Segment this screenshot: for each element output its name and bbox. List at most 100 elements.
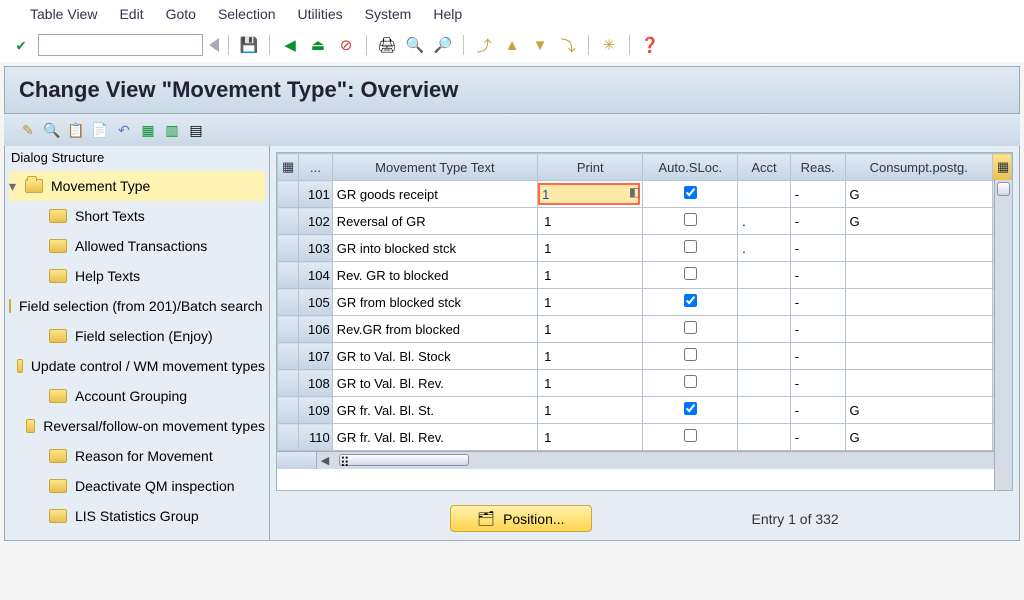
print-input[interactable] [542,210,636,232]
acct-cell[interactable]: . [738,208,791,235]
tree-child[interactable]: Deactivate QM inspection [9,471,265,501]
prev-page-icon[interactable]: ▲ [501,34,523,56]
col-print[interactable]: Print [538,154,643,181]
next-page-icon[interactable]: ▼ [529,34,551,56]
row-selector[interactable] [278,316,299,343]
delete-icon[interactable]: 📄 [90,120,110,140]
row-selector[interactable] [278,397,299,424]
acct-cell[interactable] [738,181,791,208]
menu-table-view[interactable]: Table View [30,6,97,22]
print-input[interactable] [538,183,640,205]
consumpt-cell[interactable] [845,343,992,370]
autosloc-cell[interactable] [643,235,738,262]
autosloc-checkbox[interactable] [684,375,697,388]
position-button[interactable]: 🗂 Position... [450,505,591,532]
menu-edit[interactable]: Edit [119,6,143,22]
consumpt-cell[interactable]: G [845,424,992,451]
reas-cell[interactable]: - [790,262,845,289]
reas-cell[interactable]: - [790,289,845,316]
consumpt-cell[interactable] [845,289,992,316]
reas-cell[interactable]: - [790,181,845,208]
details-icon[interactable]: 🔍 [42,120,62,140]
consumpt-cell[interactable]: G [845,208,992,235]
reas-cell[interactable]: - [790,343,845,370]
col-acct[interactable]: Acct [738,154,791,181]
help-icon[interactable]: ❓ [639,34,661,56]
consumpt-cell[interactable] [845,370,992,397]
hscroll-track[interactable]: ⠿ [333,452,996,469]
last-page-icon[interactable]: ⤵ [557,34,579,56]
tree-child[interactable]: Field selection (Enjoy) [9,321,265,351]
autosloc-cell[interactable] [643,316,738,343]
save-icon[interactable]: 💾 [238,34,260,56]
col-autosloc[interactable]: Auto.SLoc. [643,154,738,181]
tree-child[interactable]: Field selection (from 201)/Batch search … [9,291,265,321]
reas-cell[interactable]: - [790,316,845,343]
acct-cell[interactable] [738,370,791,397]
col-movement-type-text[interactable]: Movement Type Text [332,154,537,181]
change-display-icon[interactable]: ✎ [18,120,38,140]
autosloc-cell[interactable] [643,397,738,424]
tree-root-movement-type[interactable]: ▾ Movement Type [9,171,265,201]
select-block-icon[interactable]: ▥ [162,120,182,140]
back-icon[interactable]: ◀ [279,34,301,56]
col-config-icon[interactable]: ▦ [992,154,1011,181]
col-consumpt[interactable]: Consumpt.postg. [845,154,992,181]
acct-cell[interactable]: . [738,235,791,262]
acct-cell[interactable] [738,343,791,370]
print-input[interactable] [542,318,636,340]
f4-help-icon[interactable]: ◧ [629,185,640,199]
exit-icon[interactable]: ⏏ [307,34,329,56]
row-selector[interactable] [278,262,299,289]
find-icon[interactable]: 🔍 [404,34,426,56]
scrollbar-thumb[interactable] [997,182,1010,196]
autosloc-checkbox[interactable] [684,348,697,361]
select-all-icon[interactable]: ▦ [138,120,158,140]
command-field[interactable] [38,34,203,56]
consumpt-cell[interactable]: G [845,181,992,208]
autosloc-cell[interactable] [643,262,738,289]
row-selector[interactable] [278,289,299,316]
cancel-icon[interactable]: ⊘ [335,34,357,56]
acct-cell[interactable] [738,316,791,343]
consumpt-cell[interactable] [845,262,992,289]
menu-utilities[interactable]: Utilities [298,6,343,22]
autosloc-checkbox[interactable] [684,240,697,253]
consumpt-cell[interactable]: G [845,397,992,424]
autosloc-cell[interactable] [643,424,738,451]
row-selector[interactable] [278,208,299,235]
consumpt-cell[interactable] [845,235,992,262]
print-input[interactable] [542,426,636,448]
menu-help[interactable]: Help [433,6,462,22]
reas-cell[interactable]: - [790,397,845,424]
print-input[interactable] [542,345,636,367]
tree-child[interactable]: Update control / WM movement types [9,351,265,381]
find-next-icon[interactable]: 🔎 [432,34,454,56]
vertical-scrollbar[interactable] [994,180,1012,490]
print-icon[interactable]: 🖨 [376,34,398,56]
first-page-icon[interactable]: ⤴ [473,34,495,56]
tree-child[interactable]: Reason for Movement [9,441,265,471]
autosloc-cell[interactable] [643,289,738,316]
hscroll-left-icon[interactable]: ◀ [317,454,333,467]
col-dots[interactable]: ... [299,154,333,181]
tree-child[interactable]: Allowed Transactions [9,231,265,261]
col-reas[interactable]: Reas. [790,154,845,181]
autosloc-cell[interactable] [643,181,738,208]
menu-selection[interactable]: Selection [218,6,276,22]
hscroll-thumb[interactable]: ⠿ [339,454,469,466]
print-input[interactable] [542,237,636,259]
row-selector[interactable] [278,235,299,262]
acct-cell[interactable] [738,397,791,424]
command-history-icon[interactable] [209,38,219,52]
tree-child[interactable]: Help Texts [9,261,265,291]
tree-child[interactable]: Short Texts [9,201,265,231]
reas-cell[interactable]: - [790,208,845,235]
autosloc-checkbox[interactable] [684,294,697,307]
row-selector[interactable] [278,370,299,397]
horizontal-scrollbar[interactable]: ◀ ⠿ ▶ [277,451,1012,469]
autosloc-checkbox[interactable] [684,429,697,442]
menu-goto[interactable]: Goto [166,6,196,22]
undo-icon[interactable]: ↶ [114,120,134,140]
autosloc-cell[interactable] [643,370,738,397]
